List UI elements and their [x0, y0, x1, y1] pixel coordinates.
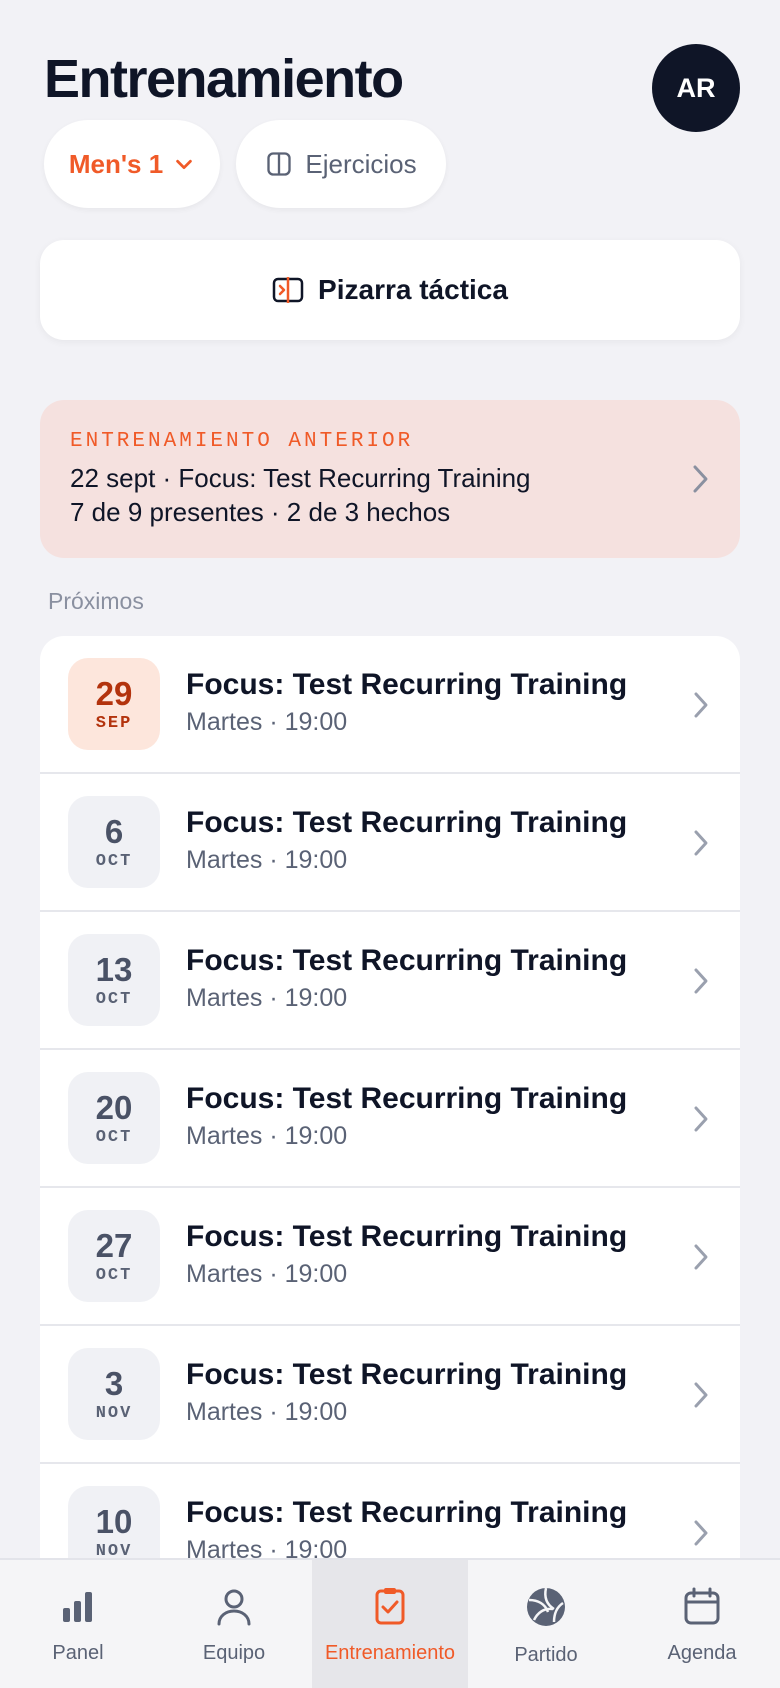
chevron-down-icon [176, 159, 192, 170]
date-day: 27 [95, 1226, 133, 1264]
upcoming-sessions-list: 29 SEP Focus: Test Recurring Training Ma… [40, 636, 740, 1602]
book-icon [267, 152, 292, 176]
exercises-label: Ejercicios [305, 148, 417, 179]
date-month: SEP [95, 713, 133, 733]
tab-label: Partido [514, 1644, 578, 1666]
chevron-right-icon [694, 1244, 708, 1270]
tactical-board-label: Pizarra táctica [318, 274, 508, 305]
session-row[interactable]: 29 SEP Focus: Test Recurring Training Ma… [40, 636, 740, 774]
session-row[interactable]: 6 OCT Focus: Test Recurring Training Mar… [40, 774, 740, 912]
session-title: Focus: Test Recurring Training [186, 944, 628, 977]
session-title: Focus: Test Recurring Training [186, 1358, 628, 1391]
exercises-button[interactable]: Ejercicios [236, 120, 446, 208]
tab-entrenamiento[interactable]: Entrenamiento [312, 1560, 468, 1688]
team-selector-label: Men's 1 [68, 148, 164, 179]
date-day: 3 [104, 1364, 124, 1402]
session-time: Martes · 19:00 [186, 846, 348, 874]
tab-partido[interactable]: Partido [468, 1560, 624, 1688]
date-month: OCT [95, 1265, 133, 1285]
tab-label: Panel [52, 1642, 104, 1664]
bar-chart-icon [58, 1586, 98, 1642]
session-row[interactable]: 13 OCT Focus: Test Recurring Training Ma… [40, 912, 740, 1050]
date-month: OCT [95, 989, 133, 1009]
session-time: Martes · 19:00 [186, 1398, 348, 1426]
session-time: Martes · 19:00 [186, 708, 348, 736]
tactical-board-icon [272, 277, 304, 303]
chevron-right-icon [694, 1382, 708, 1408]
session-time: Martes · 19:00 [186, 1260, 348, 1288]
session-time: Martes · 19:00 [186, 984, 348, 1012]
session-title: Focus: Test Recurring Training [186, 1496, 628, 1529]
chevron-right-icon [694, 692, 708, 718]
tab-agenda[interactable]: Agenda [624, 1560, 780, 1688]
date-badge: 6 OCT [68, 796, 160, 888]
avatar[interactable]: AR [652, 44, 740, 132]
date-month: NOV [95, 1403, 133, 1423]
session-row[interactable]: 27 OCT Focus: Test Recurring Training Ma… [40, 1188, 740, 1326]
date-day: 13 [95, 950, 133, 988]
page-title: Entrenamiento [44, 49, 404, 109]
chevron-right-icon [694, 1520, 708, 1546]
chevron-right-icon [694, 1106, 708, 1132]
session-title: Focus: Test Recurring Training [186, 1220, 628, 1253]
tactical-board-button[interactable]: Pizarra táctica [40, 240, 740, 340]
tab-label: Entrenamiento [324, 1642, 456, 1664]
date-day: 20 [95, 1088, 133, 1126]
chevron-right-icon [693, 465, 708, 493]
session-title: Focus: Test Recurring Training [186, 1082, 628, 1115]
calendar-icon [682, 1586, 722, 1642]
previous-training-summary: 22 sept · Focus: Test Recurring Training [70, 463, 531, 493]
previous-training-tag: ENTRENAMIENTO ANTERIOR [70, 430, 414, 453]
date-badge: 13 OCT [68, 934, 160, 1026]
previous-training-card[interactable]: ENTRENAMIENTO ANTERIOR 22 sept · Focus: … [40, 400, 740, 558]
tab-panel[interactable]: Panel [0, 1560, 156, 1688]
session-row[interactable]: 3 NOV Focus: Test Recurring Training Mar… [40, 1326, 740, 1464]
upcoming-section-label: Próximos [48, 588, 144, 614]
date-day: 29 [95, 674, 133, 712]
date-day: 6 [104, 812, 124, 850]
tab-equipo[interactable]: Equipo [156, 1560, 312, 1688]
previous-training-attendance: 7 de 9 presentes · 2 de 3 hechos [70, 497, 451, 527]
date-badge: 20 OCT [68, 1072, 160, 1164]
team-selector[interactable]: Men's 1 [44, 120, 220, 208]
user-icon [214, 1586, 254, 1642]
clipboard-check-icon [370, 1586, 410, 1642]
chevron-right-icon [694, 968, 708, 994]
date-badge: 27 OCT [68, 1210, 160, 1302]
date-month: OCT [95, 1127, 133, 1147]
tab-label: Agenda [667, 1642, 737, 1664]
chevron-right-icon [694, 830, 708, 856]
bottom-tab-bar: Panel Equipo Entrenamiento Partido Agend… [0, 1558, 780, 1688]
session-title: Focus: Test Recurring Training [186, 806, 628, 839]
session-time: Martes · 19:00 [186, 1122, 348, 1150]
session-row[interactable]: 20 OCT Focus: Test Recurring Training Ma… [40, 1050, 740, 1188]
date-month: OCT [95, 851, 133, 871]
tab-label: Equipo [202, 1642, 266, 1664]
date-badge: 3 NOV [68, 1348, 160, 1440]
session-title: Focus: Test Recurring Training [186, 668, 628, 701]
date-badge: 29 SEP [68, 658, 160, 750]
date-day: 10 [95, 1502, 133, 1540]
volleyball-icon [525, 1586, 567, 1644]
